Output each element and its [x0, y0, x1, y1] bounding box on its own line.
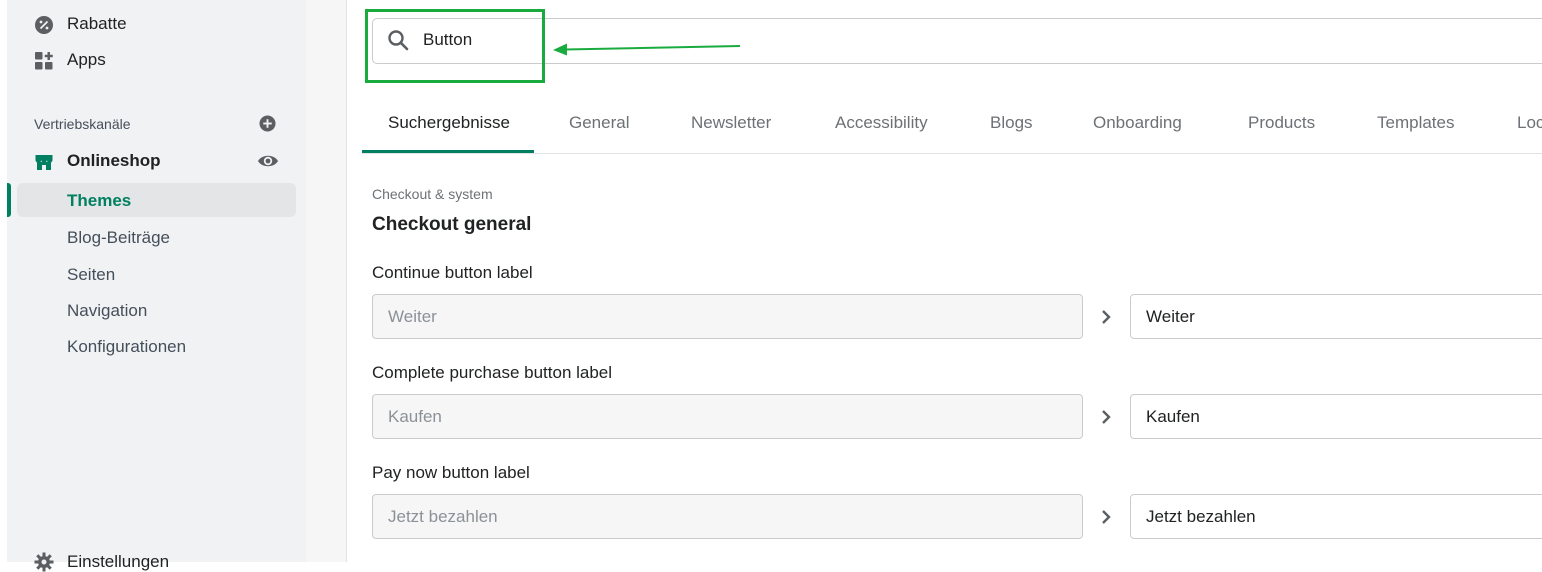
default-value-field: Jetzt bezahlen — [372, 494, 1083, 539]
translation-input[interactable] — [1146, 495, 1526, 538]
tab-blogs[interactable]: Blogs — [990, 113, 1033, 133]
section-label-sales-channels: Vertriebskanäle — [34, 116, 131, 132]
tab-divider — [362, 153, 1542, 154]
gear-icon — [34, 552, 54, 572]
annotation-highlight-box — [365, 9, 545, 83]
apps-icon — [35, 52, 53, 70]
sidebar-item-blog-posts[interactable]: Blog-Beiträge — [67, 228, 170, 248]
sidebar-item-label: Einstellungen — [67, 552, 170, 571]
tab-accessibility[interactable]: Accessibility — [835, 113, 928, 133]
section-breadcrumb: Checkout & system — [372, 186, 493, 202]
default-value: Kaufen — [388, 407, 442, 426]
chevron-right-icon — [1102, 410, 1111, 424]
field-label: Continue button label — [372, 263, 533, 282]
translation-field[interactable] — [1130, 394, 1542, 439]
default-value-field: Kaufen — [372, 394, 1083, 439]
sidebar-item-apps[interactable]: Apps — [7, 42, 306, 78]
sidebar-item-pages[interactable]: Seiten — [67, 265, 115, 285]
discount-icon — [35, 16, 53, 34]
sidebar-item-rabatte[interactable]: Rabatte — [7, 6, 306, 42]
tab-bar: Suchergebnisse General Newsletter Access… — [362, 98, 1542, 153]
tab-general[interactable]: General — [569, 113, 629, 133]
main-content: Suchergebnisse General Newsletter Access… — [347, 0, 1542, 562]
store-icon — [35, 155, 53, 170]
default-value: Jetzt bezahlen — [388, 507, 498, 526]
chevron-right-icon — [1102, 310, 1111, 324]
sidebar-item-preferences[interactable]: Konfigurationen — [67, 337, 186, 357]
layout-gutter — [306, 0, 347, 562]
translation-field[interactable] — [1130, 494, 1542, 539]
tab-loc[interactable]: Loc — [1517, 113, 1542, 133]
default-value-field: Weiter — [372, 294, 1083, 339]
translation-field[interactable] — [1130, 294, 1542, 339]
sidebar-item-label: Apps — [67, 50, 106, 69]
default-value: Weiter — [388, 307, 437, 326]
translation-input[interactable] — [1146, 295, 1526, 338]
tab-onboarding[interactable]: Onboarding — [1093, 113, 1182, 133]
section-title: Checkout general — [372, 214, 532, 235]
tab-templates[interactable]: Templates — [1377, 113, 1454, 133]
field-label: Pay now button label — [372, 463, 530, 482]
chevron-right-icon — [1102, 510, 1111, 524]
annotation-arrow-icon — [553, 43, 741, 56]
add-channel-icon[interactable] — [259, 115, 276, 132]
sidebar-item-label: Rabatte — [67, 14, 127, 33]
sidebar-item-themes-label: Themes — [67, 191, 132, 210]
sidebar-item-onlineshop[interactable]: Onlineshop — [7, 143, 247, 179]
tab-products[interactable]: Products — [1248, 113, 1315, 133]
sidebar: Rabatte Apps Vertriebskanäle Onlineshop … — [7, 0, 307, 572]
tab-search-results[interactable]: Suchergebnisse — [388, 113, 510, 133]
sidebar-item-label: Onlineshop — [67, 151, 161, 170]
active-indicator — [7, 183, 11, 217]
view-store-eye-icon[interactable] — [257, 152, 279, 170]
sidebar-item-navigation[interactable]: Navigation — [67, 301, 147, 321]
field-label: Complete purchase button label — [372, 363, 613, 382]
sidebar-item-themes[interactable] — [17, 183, 296, 217]
tab-newsletter[interactable]: Newsletter — [691, 113, 771, 133]
translation-input[interactable] — [1146, 395, 1526, 438]
